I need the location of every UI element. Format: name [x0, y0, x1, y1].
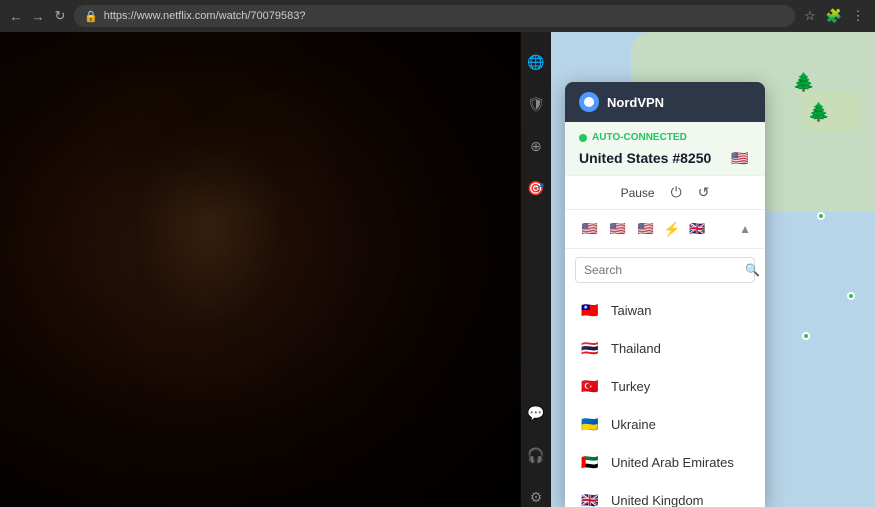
chat-icon[interactable]: 💬 [526, 403, 546, 423]
country-list-item[interactable]: 🇹🇼 Taiwan [565, 291, 765, 329]
quick-server-gb[interactable]: 🇬🇧 [686, 218, 708, 240]
map-location-dot [817, 212, 825, 220]
connection-dot [579, 134, 587, 142]
bookmark-icon[interactable]: ☆ [801, 7, 819, 25]
address-bar[interactable]: 🔒 https://www.netflix.com/watch/70079583… [74, 5, 795, 27]
back-button[interactable]: ← [8, 8, 24, 24]
power-button[interactable]: ⏻ [671, 184, 682, 201]
chevron-up-icon[interactable]: ▲ [739, 222, 751, 236]
refresh-button[interactable]: ↻ [52, 8, 68, 24]
extensions-icon[interactable]: 🧩 [825, 7, 843, 25]
browser-chrome: ← → ↻ 🔒 https://www.netflix.com/watch/70… [0, 0, 875, 32]
url-text: https://www.netflix.com/watch/70079583? [104, 10, 306, 22]
globe-icon[interactable]: 🌐 [526, 52, 546, 72]
country-flag: 🇦🇪 [579, 451, 601, 473]
nordvpn-sidebar: 🌐 🛡 ⊕ 🎯 💬 🎧 ⚙ [521, 32, 551, 507]
country-list: 🇹🇼 Taiwan 🇹🇭 Thailand 🇹🇷 Turkey 🇺🇦 Ukraine 🇦🇪 Uni… [565, 291, 765, 507]
country-flag: 🇹🇼 [579, 299, 601, 321]
menu-icon[interactable]: ⋮ [849, 7, 867, 25]
country-flag: 🇹🇷 [579, 375, 601, 397]
search-input[interactable] [584, 263, 739, 277]
quick-server-us-3[interactable]: 🇺🇸 [635, 218, 657, 240]
country-name: Ukraine [611, 417, 656, 432]
connected-bar: AUTO-CONNECTED United States #8250 🇺🇸 [565, 122, 765, 176]
server-name: United States #8250 [579, 150, 711, 166]
server-flag: 🇺🇸 [729, 147, 751, 169]
country-list-item[interactable]: 🇦🇪 United Arab Emirates [565, 443, 765, 481]
auto-connected-label: AUTO-CONNECTED [592, 132, 687, 143]
shield-icon[interactable]: 🛡 [526, 94, 546, 114]
country-flag: 🇺🇦 [579, 413, 601, 435]
panel-title: NordVPN [607, 95, 664, 110]
map-location-dot [847, 292, 855, 300]
country-flag: 🇬🇧 [579, 489, 601, 507]
lightning-icon[interactable]: ⚡ [663, 221, 680, 238]
tree-icon: 🌲 [793, 72, 815, 93]
nordvpn-panel: NordVPN AUTO-CONNECTED United States #82… [565, 82, 765, 507]
country-name: Taiwan [611, 303, 651, 318]
tree-icon: 🌲 [808, 102, 830, 123]
node-icon[interactable]: ⊕ [526, 136, 546, 156]
country-name: Turkey [611, 379, 650, 394]
country-list-item[interactable]: 🇺🇦 Ukraine [565, 405, 765, 443]
quick-server-us-2[interactable]: 🇺🇸 [607, 218, 629, 240]
browser-actions: ☆ 🧩 ⋮ [801, 7, 867, 25]
country-list-item[interactable]: 🇹🇷 Turkey [565, 367, 765, 405]
country-list-item[interactable]: 🇬🇧 United Kingdom [565, 481, 765, 507]
forward-button[interactable]: → [30, 8, 46, 24]
panel-header: NordVPN [565, 82, 765, 122]
settings-icon[interactable]: ⚙ [526, 487, 546, 507]
auto-connected-status: AUTO-CONNECTED [579, 132, 751, 143]
map-active-dot [802, 332, 810, 340]
reconnect-button[interactable]: ↺ [698, 184, 710, 201]
pause-button[interactable]: Pause [621, 186, 655, 200]
country-name: United Arab Emirates [611, 455, 734, 470]
main-area: 🌐 🛡 ⊕ 🎯 💬 🎧 ⚙ 🌲 🌲 NordVPN [0, 32, 875, 507]
country-name: United Kingdom [611, 493, 704, 507]
headset-icon[interactable]: 🎧 [526, 445, 546, 465]
connection-info: United States #8250 🇺🇸 [579, 147, 751, 169]
quick-server-us-1[interactable]: 🇺🇸 [579, 218, 601, 240]
country-flag: 🇹🇭 [579, 337, 601, 359]
nav-icons: ← → ↻ [8, 8, 68, 24]
search-icon: 🔍 [745, 263, 760, 277]
quick-servers-row: 🇺🇸 🇺🇸 🇺🇸 ⚡ 🇬🇧 ▲ [565, 210, 765, 249]
search-bar[interactable]: 🔍 [575, 257, 755, 283]
nordvpn-logo [579, 92, 599, 112]
target-icon[interactable]: 🎯 [526, 178, 546, 198]
country-name: Thailand [611, 341, 661, 356]
controls-row: Pause ⏻ ↺ [565, 176, 765, 210]
country-list-item[interactable]: 🇹🇭 Thailand [565, 329, 765, 367]
